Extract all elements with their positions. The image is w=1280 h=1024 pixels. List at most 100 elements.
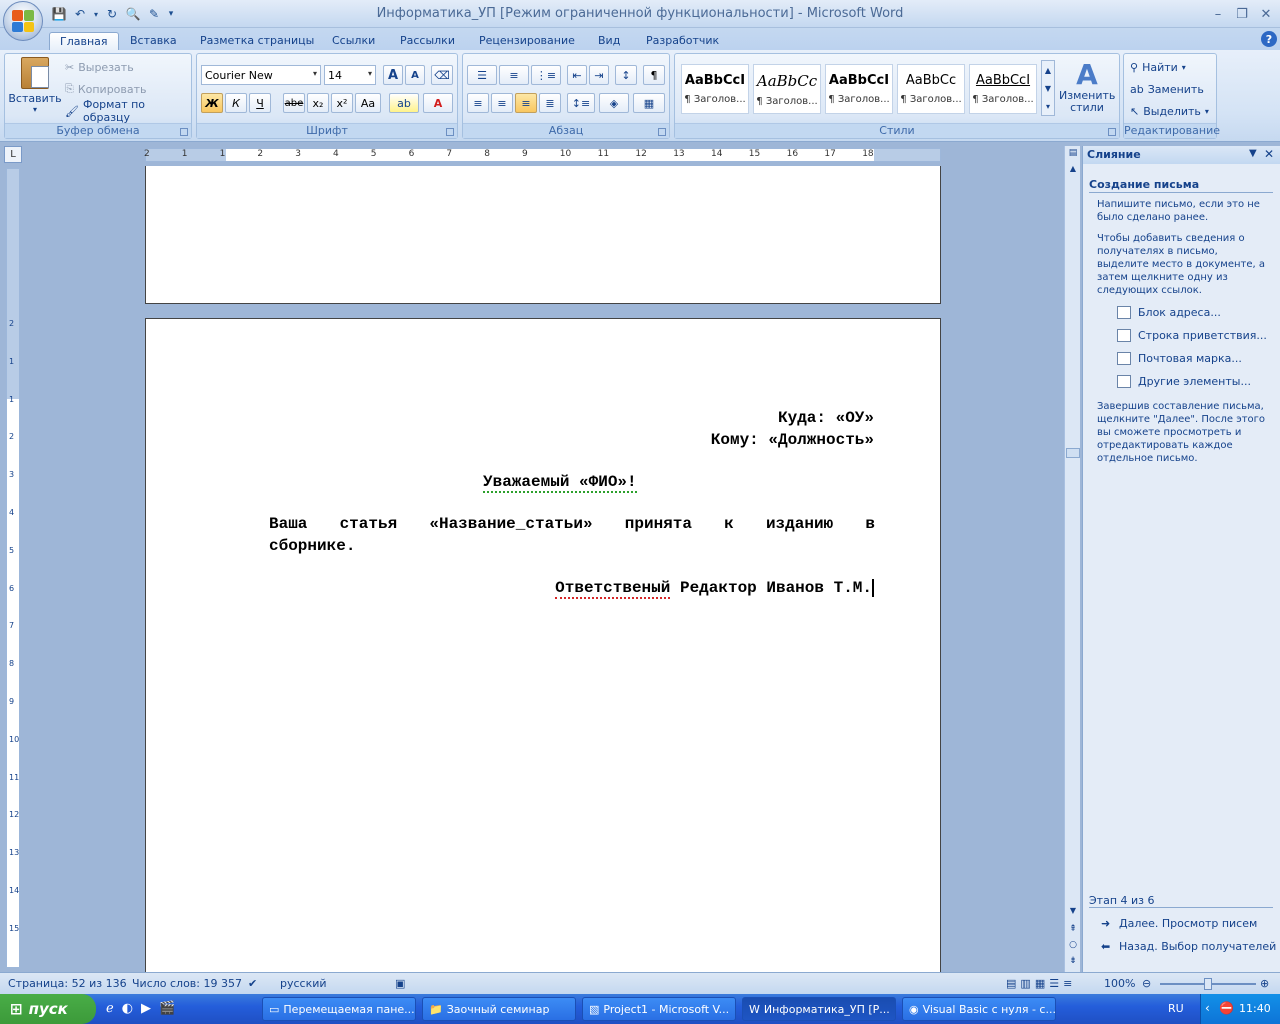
grow-font-button[interactable]: A bbox=[383, 65, 403, 85]
print-preview-icon[interactable]: 🔍 bbox=[124, 5, 142, 23]
tray-expand-icon[interactable]: ‹ bbox=[1205, 1001, 1210, 1015]
next-page-icon[interactable]: ⇟ bbox=[1066, 956, 1080, 970]
signature-line[interactable]: Ответственый Редактор Иванов Т.М. bbox=[555, 579, 874, 600]
borders-icon[interactable]: ▦ bbox=[633, 93, 665, 113]
taskbar-item-active[interactable]: W Информатика_УП [Р... bbox=[742, 997, 896, 1021]
copy-button[interactable]: ⎘ Копировать bbox=[65, 79, 147, 99]
page-indicator[interactable]: Страница: 52 из 136 bbox=[8, 977, 127, 991]
increase-indent-icon[interactable]: ⇥ bbox=[589, 65, 609, 85]
pane-close-icon[interactable]: ✕ bbox=[1264, 147, 1274, 161]
dialog-launcher-icon[interactable] bbox=[446, 128, 454, 136]
body-line-2[interactable]: сборнике. bbox=[269, 537, 355, 555]
full-screen-icon[interactable]: ▥ bbox=[1020, 977, 1030, 991]
web-layout-icon[interactable]: ▦ bbox=[1035, 977, 1045, 991]
decrease-indent-icon[interactable]: ⇤ bbox=[567, 65, 587, 85]
show-formatting-icon[interactable]: ¶ bbox=[643, 65, 665, 85]
font-name-select[interactable]: Courier New ▾ bbox=[201, 65, 321, 85]
tab-mailings[interactable]: Рассылки bbox=[390, 32, 465, 50]
ruler-toggle-icon[interactable]: ▤ bbox=[1066, 148, 1080, 162]
prev-page-icon[interactable]: ⇞ bbox=[1066, 924, 1080, 938]
scroll-down-icon[interactable]: ▼ bbox=[1066, 906, 1080, 920]
line-spacing-icon[interactable]: ↕≡ bbox=[567, 93, 595, 113]
scroll-thumb[interactable] bbox=[1066, 448, 1080, 458]
align-right-icon[interactable]: ≡ bbox=[515, 93, 537, 113]
ie-icon[interactable]: ℯ bbox=[106, 1001, 114, 1016]
next-step-link[interactable]: Далее. Просмотр писем bbox=[1119, 917, 1257, 930]
bold-button[interactable]: Ж bbox=[201, 93, 223, 113]
clear-formatting-icon[interactable]: ⌫ bbox=[431, 65, 453, 85]
document-area[interactable]: Куда: «ОУ» Кому: «Должность» Уважаемый «… bbox=[24, 166, 1064, 972]
address-block-link[interactable]: Блок адреса... bbox=[1138, 306, 1221, 319]
proofing-icon[interactable]: ✔ bbox=[248, 977, 257, 991]
greeting-line-link[interactable]: Строка приветствия... bbox=[1138, 329, 1267, 342]
numbering-icon[interactable]: ≡ bbox=[499, 65, 529, 85]
strikethrough-button[interactable]: abe bbox=[283, 93, 305, 113]
postage-link[interactable]: Почтовая марка... bbox=[1138, 352, 1242, 365]
shrink-font-button[interactable]: A bbox=[405, 65, 425, 85]
subscript-button[interactable]: x₂ bbox=[307, 93, 329, 113]
vertical-scrollbar[interactable]: ▤ ▲ ▼ ⇞ ○ ⇟ bbox=[1064, 146, 1080, 972]
language-indicator[interactable]: русский bbox=[280, 977, 327, 991]
tab-selector[interactable]: L bbox=[4, 146, 22, 163]
prev-step-link[interactable]: Назад. Выбор получателей bbox=[1119, 940, 1276, 953]
redo-icon[interactable]: ↻ bbox=[103, 5, 121, 23]
style-item[interactable]: AaBbCc ¶ Заголов... bbox=[897, 64, 965, 114]
taskbar-item[interactable]: ▭ Перемещаемая пане... bbox=[262, 997, 416, 1021]
bullets-icon[interactable]: ☰ bbox=[467, 65, 497, 85]
shading-icon[interactable]: ◈ bbox=[599, 93, 629, 113]
page-current[interactable]: Куда: «ОУ» Кому: «Должность» Уважаемый «… bbox=[145, 318, 941, 972]
horizontal-ruler[interactable]: 2 1 1 2 3 4 5 6 7 8 9 10 11 12 13 14 15 16 17 18 bbox=[144, 148, 941, 162]
tab-page-layout[interactable]: Разметка страницы bbox=[190, 32, 324, 50]
outline-icon[interactable]: ☰ bbox=[1049, 977, 1059, 991]
find-button[interactable]: ⚲ Найти ▾ bbox=[1130, 57, 1186, 77]
browse-object-icon[interactable]: ○ bbox=[1066, 940, 1080, 954]
styles-scroll[interactable]: ▲ ▼ ▾ bbox=[1041, 60, 1055, 116]
tab-view[interactable]: Вид bbox=[588, 32, 630, 50]
address-to-line[interactable]: Куда: «ОУ» bbox=[778, 409, 874, 427]
change-styles-button[interactable]: A Изменить стили bbox=[1059, 60, 1115, 122]
more-items-link[interactable]: Другие элементы... bbox=[1138, 375, 1251, 388]
pane-options-icon[interactable]: ▼ bbox=[1249, 148, 1257, 159]
help-icon[interactable]: ? bbox=[1261, 31, 1277, 47]
multilevel-list-icon[interactable]: ⋮≡ bbox=[531, 65, 561, 85]
customize-icon[interactable]: ▾ bbox=[166, 5, 176, 23]
font-size-select[interactable]: 14 ▾ bbox=[324, 65, 376, 85]
clock[interactable]: 11:40 bbox=[1239, 1002, 1271, 1015]
change-case-button[interactable]: Aa bbox=[355, 93, 381, 113]
network-icon[interactable]: ⛔ bbox=[1219, 1001, 1234, 1015]
justify-icon[interactable]: ≣ bbox=[539, 93, 561, 113]
zoom-slider-thumb[interactable] bbox=[1204, 978, 1212, 990]
dialog-launcher-icon[interactable] bbox=[1108, 128, 1116, 136]
tab-review[interactable]: Рецензирование bbox=[469, 32, 585, 50]
underline-button[interactable]: Ч bbox=[249, 93, 271, 113]
style-item[interactable]: AaBbCcI ¶ Заголов... bbox=[681, 64, 749, 114]
vertical-ruler[interactable]: 2 1 1 2 3 4 5 6 7 8 9 10 11 12 13 14 15 bbox=[6, 168, 20, 968]
paste-button[interactable]: Вставить ▾ bbox=[8, 57, 62, 121]
select-button[interactable]: ↖ Выделить ▾ bbox=[1130, 101, 1209, 121]
opera-icon[interactable]: ◐ bbox=[122, 1001, 133, 1016]
media-player-icon[interactable]: ▶ bbox=[141, 1001, 151, 1016]
zoom-in-icon[interactable]: ⊕ bbox=[1260, 977, 1269, 991]
page-previous[interactable] bbox=[145, 166, 941, 304]
tab-references[interactable]: Ссылки bbox=[322, 32, 385, 50]
greeting-line[interactable]: Уважаемый «ФИО»! bbox=[483, 473, 637, 493]
scroll-up-icon[interactable]: ▲ bbox=[1066, 164, 1080, 178]
macro-record-icon[interactable]: ▣ bbox=[395, 977, 405, 991]
minimize-button[interactable]: – bbox=[1207, 5, 1229, 23]
undo-icon[interactable]: ↶ bbox=[71, 5, 89, 23]
movie-icon[interactable]: 🎬 bbox=[159, 1001, 175, 1016]
zoom-out-icon[interactable]: ⊖ bbox=[1142, 977, 1151, 991]
save-icon[interactable]: 💾 bbox=[50, 5, 68, 23]
tab-insert[interactable]: Вставка bbox=[120, 32, 187, 50]
dialog-launcher-icon[interactable] bbox=[180, 128, 188, 136]
address-whom-line[interactable]: Кому: «Должность» bbox=[711, 431, 874, 449]
dialog-launcher-icon[interactable] bbox=[658, 128, 666, 136]
start-button[interactable]: ⊞ пуск bbox=[0, 994, 96, 1024]
cut-button[interactable]: ✂ Вырезать bbox=[65, 57, 134, 77]
undo-dropdown-icon[interactable]: ▾ bbox=[92, 5, 100, 23]
spelling-icon[interactable]: ✎ bbox=[145, 5, 163, 23]
taskbar-item[interactable]: ◉ Visual Basic с нуля - с... bbox=[902, 997, 1056, 1021]
draft-icon[interactable]: ≡ bbox=[1063, 977, 1072, 991]
style-item[interactable]: AaBbCcI ¶ Заголов... bbox=[969, 64, 1037, 114]
font-color-icon[interactable]: A bbox=[423, 93, 453, 113]
